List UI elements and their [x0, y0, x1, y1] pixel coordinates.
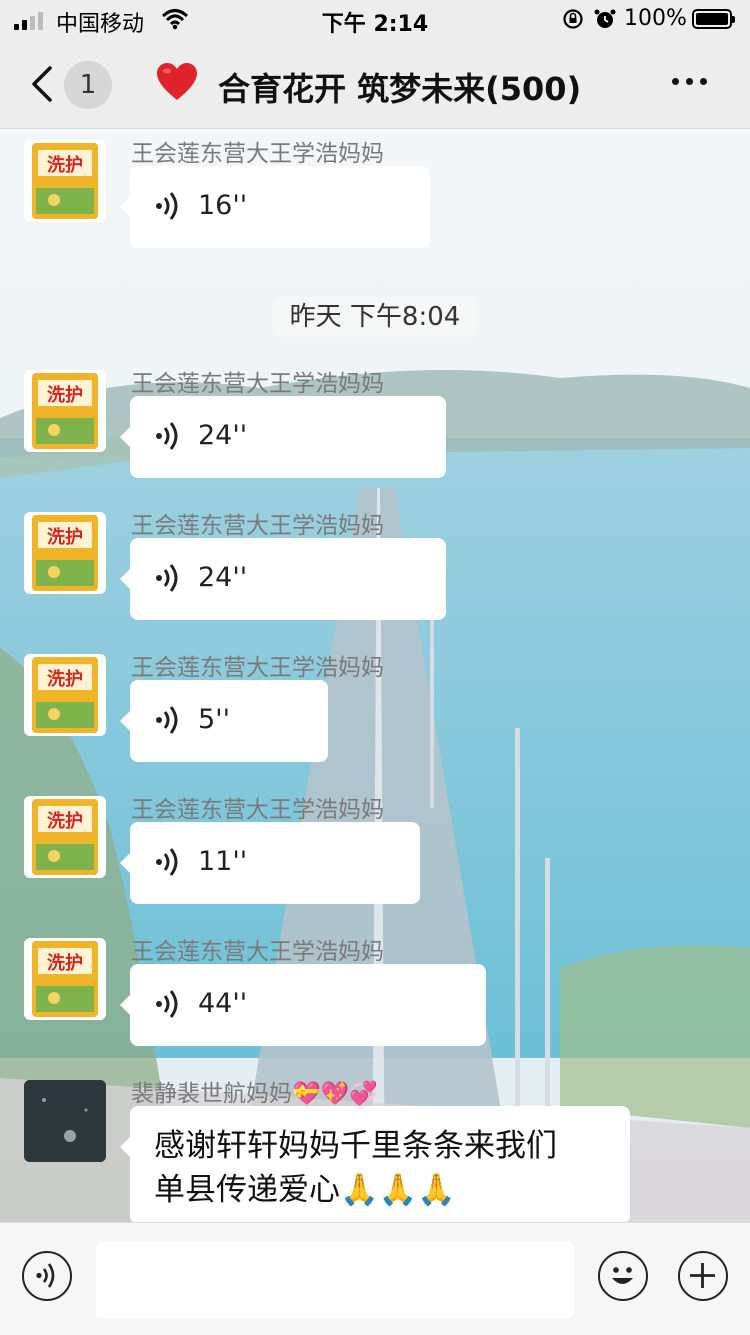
svg-text:洗护: 洗护 — [47, 668, 83, 690]
voice-duration: 11'' — [198, 846, 248, 877]
voice-bubble[interactable]: 24'' — [120, 396, 446, 478]
status-bar: 中国移动 下午 2:14 100% — [0, 0, 750, 40]
text-bubble[interactable]: 感谢轩轩妈妈千里条条来我们 单县传递爱心🙏🙏🙏 — [120, 1106, 630, 1222]
voice-duration: 44'' — [198, 988, 248, 1019]
sender-avatar[interactable]: 洗护 — [24, 370, 106, 452]
heart-icon — [156, 62, 198, 106]
voice-duration: 5'' — [198, 704, 231, 735]
input-bar — [0, 1222, 750, 1335]
svg-text:洗护: 洗护 — [47, 952, 83, 974]
more-functions-button[interactable] — [678, 1251, 728, 1301]
time-divider: 昨天 下午8:04 — [273, 297, 477, 337]
voice-input-button[interactable] — [22, 1251, 72, 1301]
message-text-line: 感谢轩轩妈妈千里条条来我们 — [154, 1128, 557, 1164]
message-text-line: 单县传递爱心🙏🙏🙏 — [154, 1172, 456, 1208]
message-input[interactable] — [96, 1241, 574, 1319]
chat-header: 1 合育花开 筑梦未来(500) — [0, 40, 750, 129]
back-button[interactable] — [28, 64, 58, 104]
voice-bubble[interactable]: 44'' — [120, 964, 486, 1046]
voice-duration: 16'' — [198, 190, 248, 221]
svg-text:洗护: 洗护 — [47, 154, 83, 176]
battery-percent: 100% — [624, 6, 687, 31]
voice-bubble[interactable]: 16'' — [120, 166, 430, 248]
sender-avatar[interactable]: 洗护 — [24, 512, 106, 594]
dot-icon — [686, 78, 693, 85]
chevron-left-icon — [32, 66, 52, 102]
voice-bubble[interactable]: 24'' — [120, 538, 446, 620]
voice-wave-icon — [156, 191, 182, 225]
sender-name: 王会莲东营大王学浩妈妈 — [131, 797, 384, 823]
chat-title: 合育花开 筑梦未来(500) — [218, 70, 582, 108]
dot-icon — [700, 78, 707, 85]
sender-name: 裴静裴世航妈妈💝💖💞 — [131, 1081, 378, 1107]
plus-icon — [690, 1263, 715, 1288]
voice-wave-icon — [156, 421, 182, 455]
sender-avatar[interactable]: 洗护 — [24, 140, 106, 222]
sender-name: 王会莲东营大王学浩妈妈 — [131, 939, 384, 965]
svg-text:洗护: 洗护 — [47, 526, 83, 548]
sender-avatar[interactable]: 洗护 — [24, 654, 106, 736]
voice-wave-icon — [156, 563, 182, 597]
rotation-lock-icon — [562, 8, 584, 36]
sender-name: 王会莲东营大王学浩妈妈 — [131, 141, 384, 167]
sender-name: 王会莲东营大王学浩妈妈 — [131, 371, 384, 397]
voice-duration: 24'' — [198, 562, 248, 593]
svg-text:洗护: 洗护 — [47, 810, 83, 832]
voice-duration: 24'' — [198, 420, 248, 451]
voice-wave-icon — [36, 1263, 55, 1288]
dot-icon — [672, 78, 679, 85]
voice-wave-icon — [156, 705, 182, 739]
emoji-button[interactable] — [598, 1251, 648, 1301]
sender-name: 王会莲东营大王学浩妈妈 — [131, 513, 384, 539]
voice-wave-icon — [156, 847, 182, 881]
message-list[interactable]: 洗护 王会莲东营大王学浩妈妈 16'' 昨天 下午8:04 洗护 王会莲东营大王… — [0, 128, 750, 1222]
alarm-icon — [593, 7, 617, 37]
svg-text:洗护: 洗护 — [47, 384, 83, 406]
battery-icon — [692, 9, 735, 29]
voice-wave-icon — [156, 989, 182, 1023]
sender-avatar[interactable]: 洗护 — [24, 796, 106, 878]
more-options-button[interactable] — [672, 78, 707, 85]
sender-avatar[interactable] — [24, 1080, 106, 1162]
voice-bubble[interactable]: 11'' — [120, 822, 420, 904]
sender-avatar[interactable]: 洗护 — [24, 938, 106, 1020]
sender-name: 王会莲东营大王学浩妈妈 — [131, 655, 384, 681]
voice-bubble[interactable]: 5'' — [120, 680, 328, 762]
smiley-icon — [612, 1267, 633, 1284]
unread-count-badge[interactable]: 1 — [64, 61, 112, 109]
